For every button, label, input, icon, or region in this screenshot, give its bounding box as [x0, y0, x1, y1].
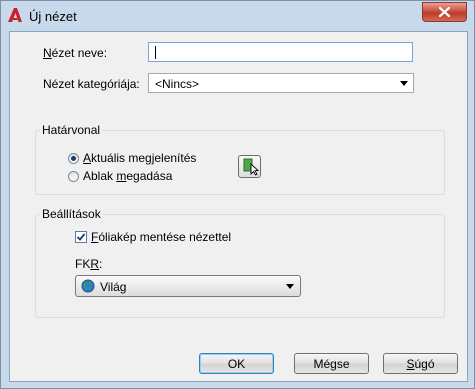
new-view-dialog: Új nézet Nézet neve: Nézet kategóriája: … [0, 0, 475, 389]
define-window-radio[interactable] [68, 171, 79, 182]
current-display-radio[interactable] [68, 153, 79, 164]
save-snapshot-label[interactable]: Fóliakép mentése nézettel [91, 230, 231, 244]
help-button[interactable]: Súgó [383, 353, 458, 374]
define-window-label[interactable]: Ablak megadása [83, 169, 172, 183]
window-title: Új nézet [29, 9, 77, 24]
check-icon [76, 233, 86, 241]
title-bar[interactable]: Új nézet [1, 1, 474, 31]
window-select-icon [243, 158, 260, 176]
ucs-select[interactable]: Világ [75, 275, 301, 297]
view-name-label: Nézet neve: [43, 46, 108, 60]
ucs-label: FKR: [75, 257, 103, 271]
chevron-down-icon [400, 81, 408, 86]
text-caret [155, 46, 156, 59]
save-snapshot-checkbox[interactable] [75, 231, 87, 243]
cancel-button[interactable]: Mégse [294, 353, 369, 374]
view-name-input[interactable] [148, 42, 413, 62]
radio-selected-dot [71, 156, 76, 161]
globe-icon [81, 279, 95, 296]
chevron-down-icon [286, 284, 294, 289]
autocad-logo-icon [7, 7, 23, 23]
view-category-label: Nézet kategóriája: [43, 77, 140, 91]
current-display-label[interactable]: Aktuális megjelenítés [83, 151, 196, 165]
define-window-pick-button[interactable] [238, 155, 261, 178]
close-button[interactable] [422, 2, 467, 22]
view-category-select[interactable]: <Nincs> [148, 73, 414, 93]
close-icon [439, 7, 450, 17]
ucs-value: Világ [100, 280, 127, 294]
dialog-body: Nézet neve: Nézet kategóriája: <Nincs> H… [9, 31, 468, 382]
settings-group-title: Beállítások [40, 207, 103, 221]
ok-button[interactable]: OK [199, 353, 274, 374]
boundary-group-title: Határvonal [40, 123, 103, 137]
